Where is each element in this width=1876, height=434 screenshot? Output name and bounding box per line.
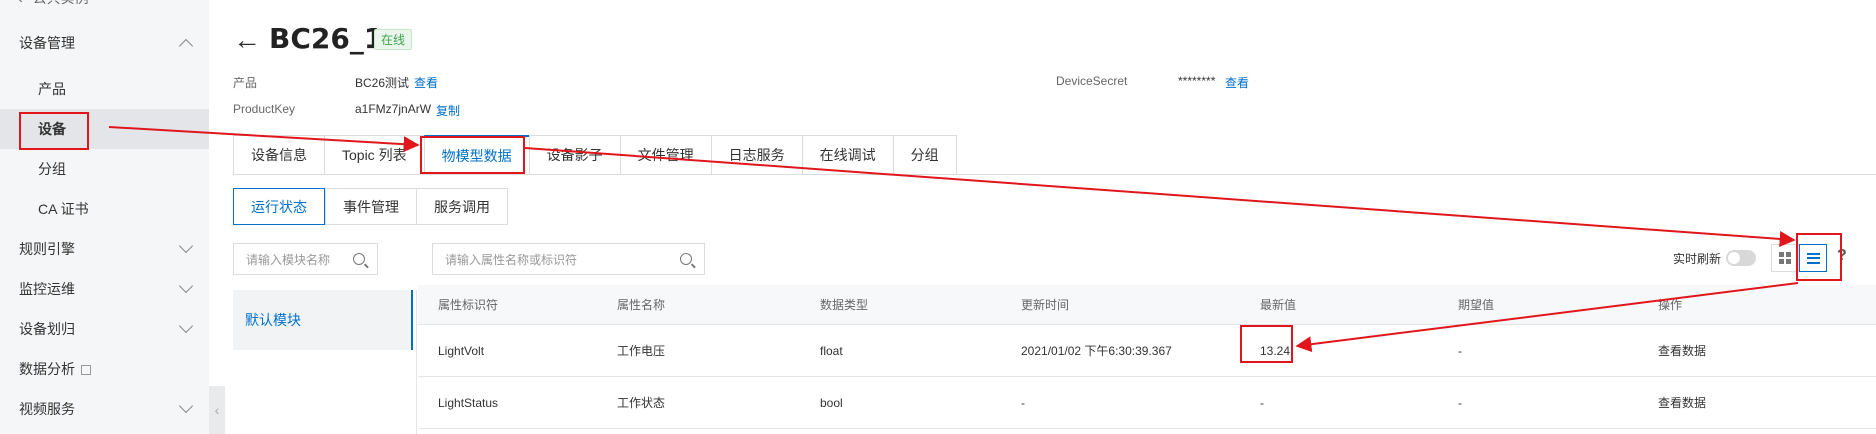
property-table: 属性标识符 属性名称 数据类型 更新时间 最新值 期望值 操作 LightVol… <box>418 285 1876 429</box>
sidebar: ‹ 公共实例 设备管理 产品 设备 分组 CA 证书 规则引擎 监控运维 设备划… <box>0 0 209 434</box>
sidebar-group-device-management[interactable]: 设备管理 <box>0 23 209 63</box>
module-search-input[interactable]: 请输入模块名称 <box>233 243 378 275</box>
chevron-up-icon <box>178 38 194 54</box>
sidebar-group-data-analysis[interactable]: 数据分析 <box>0 349 209 389</box>
sidebar-group-video-service[interactable]: 视频服务 <box>0 389 209 429</box>
col-latest: 最新值 <box>1260 298 1297 312</box>
productkey-value: a1FMz7jnArW <box>355 102 432 116</box>
table-header: 属性标识符 属性名称 数据类型 更新时间 最新值 期望值 操作 <box>418 285 1876 325</box>
tab-log-service[interactable]: 日志服务 <box>710 135 802 175</box>
module-item-default[interactable]: 默认模块 <box>233 290 413 350</box>
product-label: 产品 <box>233 76 258 90</box>
product-view-link[interactable]: 查看 <box>414 74 438 91</box>
page-title: BC26_1 <box>269 22 384 55</box>
col-expected: 期望值 <box>1458 298 1495 312</box>
grid-icon <box>1779 252 1791 264</box>
view-data-link[interactable]: 查看数据 <box>1658 325 1706 376</box>
tab-device-shadow[interactable]: 设备影子 <box>528 135 620 175</box>
table-row: LightStatus 工作状态 bool - - - 查看数据 <box>418 377 1876 429</box>
tab-topic-list[interactable]: Topic 列表 <box>324 135 424 175</box>
devicesecret-view-link[interactable]: 查看 <box>1225 74 1249 91</box>
col-identifier: 属性标识符 <box>438 298 499 312</box>
col-updated: 更新时间 <box>1021 298 1070 312</box>
main-content: ← BC26_1 在线 产品 BC26测试 查看 ProductKey a1FM… <box>209 0 1876 434</box>
device-tabs: 设备信息 Topic 列表 物模型数据 设备影子 文件管理 日志服务 在线调试 … <box>233 135 957 175</box>
sidebar-group-monitoring[interactable]: 监控运维 <box>0 269 209 309</box>
module-list: 默认模块 <box>233 290 413 434</box>
devicesecret-label: DeviceSecret <box>1056 74 1128 88</box>
tab-divider <box>233 174 1876 175</box>
tab-device-info[interactable]: 设备信息 <box>233 135 324 175</box>
subtab-event-management[interactable]: 事件管理 <box>325 188 416 225</box>
tsl-subtabs: 运行状态 事件管理 服务调用 <box>233 188 508 225</box>
annotation-box-latest-value <box>1240 325 1293 363</box>
chevron-down-icon <box>178 278 194 294</box>
col-type: 数据类型 <box>820 298 869 312</box>
sidebar-item-group[interactable]: 分组 <box>0 149 209 189</box>
chevron-left-icon: ‹ <box>18 0 23 6</box>
col-name: 属性名称 <box>617 298 666 312</box>
productkey-label: ProductKey <box>233 102 296 116</box>
productkey-copy-link[interactable]: 复制 <box>436 102 460 119</box>
subtab-runtime-status[interactable]: 运行状态 <box>233 188 325 225</box>
product-value: BC26测试 <box>355 76 410 90</box>
chevron-down-icon <box>178 318 194 334</box>
sidebar-group-device-assignment[interactable]: 设备划归 <box>0 309 209 349</box>
subtab-service-call[interactable]: 服务调用 <box>416 188 508 225</box>
back-to-instances-link[interactable]: ‹ 公共实例 <box>18 0 89 8</box>
tab-group[interactable]: 分组 <box>892 135 957 175</box>
sidebar-item-product[interactable]: 产品 <box>0 69 209 109</box>
annotation-box-device <box>19 112 89 150</box>
annotation-box-tsl-tab <box>420 136 525 174</box>
back-arrow-icon[interactable]: ← <box>233 24 261 56</box>
status-badge: 在线 <box>374 29 413 50</box>
view-data-link[interactable]: 查看数据 <box>1658 377 1706 428</box>
realtime-refresh-label: 实时刷新 <box>1673 252 1722 266</box>
table-row: LightVolt 工作电压 float 2021/01/02 下午6:30:3… <box>418 325 1876 377</box>
search-icon[interactable] <box>680 253 692 265</box>
property-search-input[interactable]: 请输入属性名称或标识符 <box>432 243 705 275</box>
chevron-down-icon <box>178 398 194 414</box>
module-divider <box>416 290 417 434</box>
tab-online-debug[interactable]: 在线调试 <box>801 135 893 175</box>
annotation-box-list-view <box>1796 233 1842 281</box>
sidebar-item-ca-cert[interactable]: CA 证书 <box>0 189 209 229</box>
realtime-refresh-toggle[interactable] <box>1726 250 1756 266</box>
sidebar-group-rules-engine[interactable]: 规则引擎 <box>0 229 209 269</box>
grid-view-button[interactable] <box>1771 244 1799 272</box>
search-icon[interactable] <box>353 253 365 265</box>
col-actions: 操作 <box>1658 298 1683 312</box>
external-link-icon <box>81 365 91 375</box>
tab-file-management[interactable]: 文件管理 <box>619 135 711 175</box>
devicesecret-value: ******** <box>1178 74 1216 88</box>
chevron-down-icon <box>178 238 194 254</box>
